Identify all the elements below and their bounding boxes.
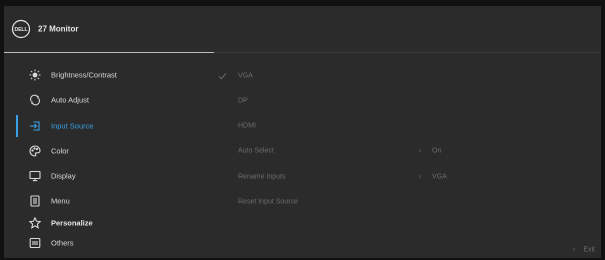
input-source-icon xyxy=(29,120,41,132)
menu-item-menu[interactable]: Menu xyxy=(4,190,214,212)
menu-item-others[interactable]: Others xyxy=(4,232,214,254)
exit-label: Exit xyxy=(583,246,595,254)
menu-item-display[interactable]: Display xyxy=(4,165,214,187)
menu-item-label: Menu xyxy=(51,196,70,206)
submenu-item-vga[interactable]: VGA xyxy=(238,73,253,80)
osd-header: DELL 27 Monitor xyxy=(4,6,601,52)
header-divider xyxy=(214,52,601,53)
submenu-item-reset-input-source[interactable]: Reset Input Source xyxy=(238,199,298,206)
chevron-right-icon: › xyxy=(419,173,422,181)
menu-item-label: Personalize xyxy=(51,218,93,228)
menu-item-color[interactable]: Color xyxy=(4,140,214,162)
checkmark-icon xyxy=(218,72,227,81)
svg-text:DELL: DELL xyxy=(14,27,27,33)
osd-panel: DELL 27 Monitor Brightness/Contrast Auto… xyxy=(4,6,601,258)
monitor-title: 27 Monitor xyxy=(38,24,79,34)
palette-icon xyxy=(29,145,41,157)
chevron-left-icon: ‹ xyxy=(572,246,576,254)
menu-icon xyxy=(29,195,41,207)
header-divider-highlight xyxy=(4,52,214,53)
submenu-item-dp[interactable]: DP xyxy=(238,98,248,105)
submenu-item-hdmi[interactable]: HDMI xyxy=(238,123,256,130)
exit-button[interactable]: ‹ Exit xyxy=(573,247,595,254)
submenu-item-auto-select[interactable]: Auto Select xyxy=(238,148,274,155)
submenu-item-rename-inputs[interactable]: Rename Inputs xyxy=(238,174,285,181)
auto-adjust-icon xyxy=(29,94,41,106)
menu-item-input-source[interactable]: Input Source xyxy=(4,115,214,137)
menu-item-label: Color xyxy=(51,146,69,156)
menu-item-brightness-contrast[interactable]: Brightness/Contrast xyxy=(4,64,214,86)
rename-inputs-value: VGA xyxy=(432,173,447,181)
others-icon xyxy=(29,237,41,249)
auto-select-value: On xyxy=(432,147,442,155)
chevron-right-icon: › xyxy=(419,147,422,155)
menu-item-label: Input Source xyxy=(51,121,94,131)
menu-item-personalize[interactable]: Personalize xyxy=(4,212,214,234)
menu-item-label: Auto Adjust xyxy=(51,95,89,105)
menu-item-label: Brightness/Contrast xyxy=(51,70,117,80)
star-icon xyxy=(29,217,41,229)
menu-item-auto-adjust[interactable]: Auto Adjust xyxy=(4,89,214,111)
menu-item-label: Others xyxy=(51,238,74,248)
display-icon xyxy=(29,170,41,182)
dell-logo-icon: DELL xyxy=(11,19,31,39)
brightness-icon xyxy=(29,69,41,81)
menu-item-label: Display xyxy=(51,171,76,181)
